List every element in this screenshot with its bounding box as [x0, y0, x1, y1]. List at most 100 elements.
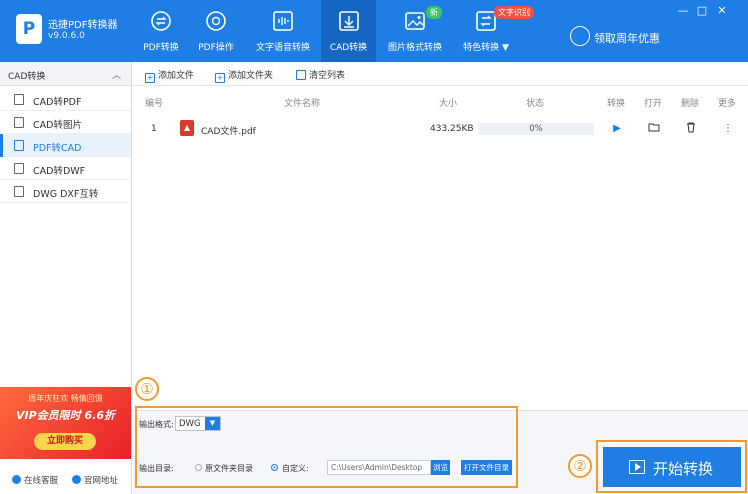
file-icon: [14, 186, 24, 197]
nav-image-convert[interactable]: 图片格式转换 新: [384, 0, 446, 62]
audio-wave-icon: [273, 11, 293, 31]
website-link[interactable]: 官网地址: [72, 474, 118, 486]
nav-cad-convert[interactable]: CAD转换: [321, 0, 376, 62]
user-icon: [570, 26, 590, 46]
trash-icon: [296, 70, 306, 80]
browser-icon: [72, 475, 81, 484]
promo-label: 领取周年优惠: [594, 32, 660, 45]
row-no: 1: [151, 124, 157, 134]
col-name: 文件名称: [284, 99, 321, 109]
format-select[interactable]: DWG ▼: [175, 416, 221, 431]
sidebar-item-cad-to-image[interactable]: CAD转图片: [0, 111, 131, 134]
custom-folder-label: 自定义:: [282, 464, 309, 473]
more-icon[interactable]: ⋮: [721, 122, 735, 136]
nav-speech-convert[interactable]: 文字语音转换: [252, 0, 314, 62]
folder-icon[interactable]: [647, 122, 661, 136]
col-convert: 转换: [607, 99, 626, 109]
chevron-up-icon: ︿: [111, 71, 121, 81]
ocr-badge: 文字识别: [494, 6, 534, 19]
open-directory-button[interactable]: 打开文件目录: [461, 460, 512, 475]
sidebar-item-label: CAD转图片: [33, 120, 82, 131]
source-folder-label: 原文件夹目录: [205, 464, 253, 473]
image-file-icon: [14, 117, 24, 128]
sidebar-item-cad-to-dwf[interactable]: CAD转DWF: [0, 157, 131, 180]
start-convert-button[interactable]: 开始转换: [603, 447, 741, 487]
col-status: 状态: [526, 99, 545, 109]
output-format-label: 输出格式:: [139, 420, 174, 429]
sidebar-item-pdf-to-cad[interactable]: PDF转CAD: [0, 134, 131, 157]
step-2-marker: ②: [568, 454, 592, 478]
add-folder-icon: +: [215, 73, 225, 83]
progress-text: 0%: [529, 124, 543, 134]
buy-now-button[interactable]: 立即购买: [34, 433, 96, 450]
progress-bar: 0%: [478, 123, 594, 135]
nav-pdf-operate[interactable]: PDF操作: [193, 0, 239, 62]
banner-title: VIP会员限时 6.6折: [16, 409, 115, 422]
sidebar-footer: 在线客服 官网地址: [0, 460, 131, 494]
online-service-link[interactable]: 在线客服: [12, 474, 58, 486]
app-name: 迅捷PDF转换器: [48, 20, 118, 31]
sidebar-item-label: PDF转CAD: [33, 143, 82, 154]
col-more: 更多: [718, 99, 737, 109]
promo-banner[interactable]: 周年庆狂欢 畅情回馈 VIP会员限时 6.6折 立即购买: [0, 387, 131, 459]
output-path-input[interactable]: [327, 460, 431, 475]
headset-icon: [12, 475, 21, 484]
toolbar: + 添加文件 + 添加文件夹 清空列表: [133, 62, 748, 86]
sidebar-item-label: CAD转DWF: [33, 166, 86, 177]
sidebar-item-label: DWG DXF互转: [33, 189, 99, 200]
banner-subtitle: 周年庆狂欢 畅情回馈: [28, 394, 103, 403]
sidebar-item-cad-to-pdf[interactable]: CAD转PDF: [0, 88, 131, 111]
sidebar-item-dwg-dxf[interactable]: DWG DXF互转: [0, 180, 131, 203]
file-icon: [14, 140, 24, 151]
output-dir-label: 输出目录:: [139, 464, 174, 473]
add-folder-label: 添加文件夹: [228, 71, 274, 81]
nav-pdf-convert[interactable]: PDF转换: [138, 0, 184, 62]
file-icon: [14, 94, 24, 105]
play-icon[interactable]: ▶: [610, 122, 624, 136]
clear-list-label: 清空列表: [309, 71, 346, 81]
col-size: 大小: [439, 99, 458, 109]
play-box-icon: [629, 460, 645, 474]
nav-special-convert[interactable]: 特色转换 ▼ 文字识别: [458, 0, 534, 62]
add-file-icon: +: [145, 73, 155, 83]
new-badge: 新: [426, 6, 442, 19]
add-file-button[interactable]: + 添加文件: [145, 68, 194, 83]
step-1-marker: ①: [135, 377, 159, 401]
pdf-operate-icon: [206, 11, 226, 31]
nav-label: 特色转换 ▼: [463, 43, 509, 53]
service-label: 在线客服: [24, 476, 59, 486]
maximize-button[interactable]: □: [695, 4, 709, 18]
nav-label: 文字语音转换: [255, 43, 310, 53]
row-size: 433.25KB: [430, 124, 474, 134]
col-open: 打开: [644, 99, 663, 109]
radio-custom-folder[interactable]: [271, 464, 278, 471]
col-delete: 删除: [681, 99, 700, 109]
nav-label: 图片格式转换: [387, 43, 442, 53]
nav-label: PDF转换: [143, 43, 179, 53]
start-convert-label: 开始转换: [653, 460, 714, 478]
sidebar: CAD转换 ︿ CAD转PDF CAD转图片 PDF转CAD CAD转DWF D…: [0, 62, 132, 494]
cad-download-icon: [338, 11, 359, 31]
pdf-file-icon: ▲: [180, 120, 194, 136]
nav-label: CAD转换: [329, 43, 368, 53]
radio-source-folder[interactable]: [195, 464, 202, 471]
sidebar-header[interactable]: CAD转换 ︿: [0, 62, 131, 86]
sidebar-header-label: CAD转换: [8, 72, 46, 82]
add-folder-button[interactable]: + 添加文件夹: [215, 68, 273, 83]
trash-icon[interactable]: [684, 122, 698, 136]
col-no: 编号: [145, 99, 164, 109]
minimize-button[interactable]: —: [676, 4, 690, 18]
nav-label: PDF操作: [198, 43, 234, 53]
file-icon: [14, 163, 24, 174]
app-logo: P: [16, 14, 42, 44]
image-icon: [405, 12, 425, 30]
row-file-name: CAD文件.pdf: [201, 127, 256, 137]
sidebar-item-label: CAD转PDF: [33, 97, 82, 108]
close-button[interactable]: ✕: [715, 4, 729, 18]
add-file-label: 添加文件: [158, 71, 195, 81]
app-header: P 迅捷PDF转换器 v9.0.6.0 PDF转换 PDF操作 文字语音转换 C…: [0, 0, 748, 62]
pdf-convert-icon: [151, 11, 171, 31]
table-row[interactable]: 1 ▲ CAD文件.pdf 433.25KB 0% ▶ ⋮: [133, 116, 748, 142]
clear-list-button[interactable]: 清空列表: [296, 68, 345, 81]
browse-button[interactable]: 浏览: [431, 460, 450, 475]
